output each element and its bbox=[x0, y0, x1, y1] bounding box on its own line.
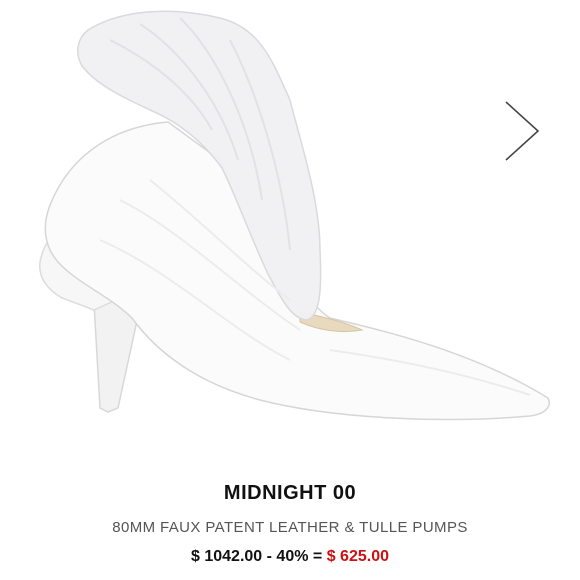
product-image bbox=[39, 10, 550, 421]
chevron-right-icon bbox=[505, 101, 540, 161]
sale-price: $ 625.00 bbox=[326, 548, 389, 565]
product-description: 80MM FAUX PATENT LEATHER & TULLE PUMPS bbox=[112, 519, 468, 536]
original-price: $ 1042.00 bbox=[191, 548, 263, 565]
next-image-button[interactable] bbox=[498, 96, 546, 166]
discount-text: - 40% = bbox=[266, 548, 323, 565]
product-info: MIDNIGHT 00 80MM FAUX PATENT LEATHER & T… bbox=[0, 478, 580, 569]
product-brand[interactable]: MIDNIGHT 00 bbox=[0, 478, 580, 508]
price-line: $ 1042.00 - 40% = $ 625.00 bbox=[0, 545, 580, 569]
product-page: MIDNIGHT 00 80MM FAUX PATENT LEATHER & T… bbox=[0, 0, 580, 580]
